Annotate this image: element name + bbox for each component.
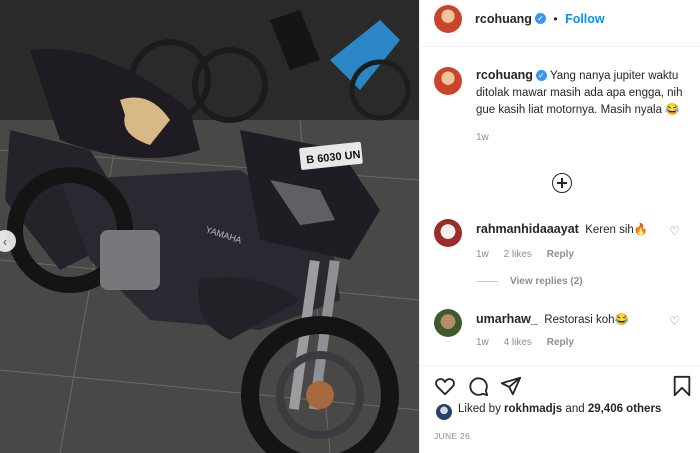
comment-icon[interactable] <box>467 375 489 397</box>
action-bar <box>420 365 700 406</box>
load-more-comments-icon[interactable] <box>552 173 572 193</box>
comment-time[interactable]: 1w <box>476 337 489 348</box>
verified-icon: ✓ <box>534 13 546 25</box>
liked-user[interactable]: rokhmadjs <box>504 403 562 415</box>
comment-text: Keren sih🔥 <box>585 224 649 236</box>
post-panel: rcohuang ✓ • Follow rcohuang ✓ Yang nanya … <box>419 0 700 453</box>
like-comment-icon[interactable]: ♡ <box>669 224 680 238</box>
replies-divider <box>476 280 498 282</box>
reply-button[interactable]: Reply <box>547 249 574 260</box>
comment-1: rahmanhidaaayat Keren sih🔥 <box>476 222 648 236</box>
view-replies-label[interactable]: View replies (2) <box>510 276 583 287</box>
commenter-avatar[interactable] <box>434 219 462 247</box>
like-heart-icon[interactable] <box>434 375 456 397</box>
reply-button[interactable]: Reply <box>547 337 574 348</box>
liked-count[interactable]: 29,406 others <box>588 403 662 415</box>
owner-username[interactable]: rcohuang <box>475 12 532 26</box>
comment-text: Restorasi koh😂 <box>544 314 629 326</box>
comment-1-meta: 1w 2 likes Reply <box>476 249 586 260</box>
verified-icon: ✓ <box>535 70 547 82</box>
commenter-avatar[interactable] <box>434 309 462 337</box>
separator-dot: • <box>553 12 558 26</box>
post-header: rcohuang ✓ • Follow <box>420 0 700 47</box>
liked-and: and <box>565 403 585 415</box>
comment-username[interactable]: rahmanhidaaayat <box>476 222 579 236</box>
comment-likes[interactable]: 2 likes <box>504 249 532 260</box>
share-icon[interactable] <box>500 375 522 397</box>
motorcycle-photo: B 6030 UN YAMAHA <box>0 0 419 453</box>
liked-by: Liked by rokhmadjs and 29,406 others <box>458 403 661 415</box>
liked-prefix: Liked by <box>458 403 501 415</box>
comment-time[interactable]: 1w <box>476 249 489 260</box>
caption-avatar[interactable] <box>434 67 462 95</box>
comment-likes[interactable]: 4 likes <box>504 337 532 348</box>
save-bookmark-icon[interactable] <box>672 375 692 397</box>
caption-time[interactable]: 1w <box>476 129 690 146</box>
post-date[interactable]: JUNE 26 <box>434 431 470 441</box>
comment-username[interactable]: umarhaw_ <box>476 312 538 326</box>
like-comment-icon[interactable]: ♡ <box>669 314 680 328</box>
owner-avatar[interactable] <box>434 5 462 33</box>
comment-2: umarhaw_ Restorasi koh😂 <box>476 312 629 326</box>
comment-2-meta: 1w 4 likes Reply <box>476 337 586 348</box>
view-replies-button[interactable]: View replies (2) <box>476 276 583 287</box>
post-photo: B 6030 UN YAMAHA ‹ <box>0 0 419 453</box>
liker-avatar[interactable] <box>436 404 452 420</box>
caption: rcohuang ✓ Yang nanya jupiter waktu ditol… <box>476 67 690 146</box>
caption-username[interactable]: rcohuang <box>476 68 533 82</box>
follow-button[interactable]: Follow <box>565 12 605 26</box>
